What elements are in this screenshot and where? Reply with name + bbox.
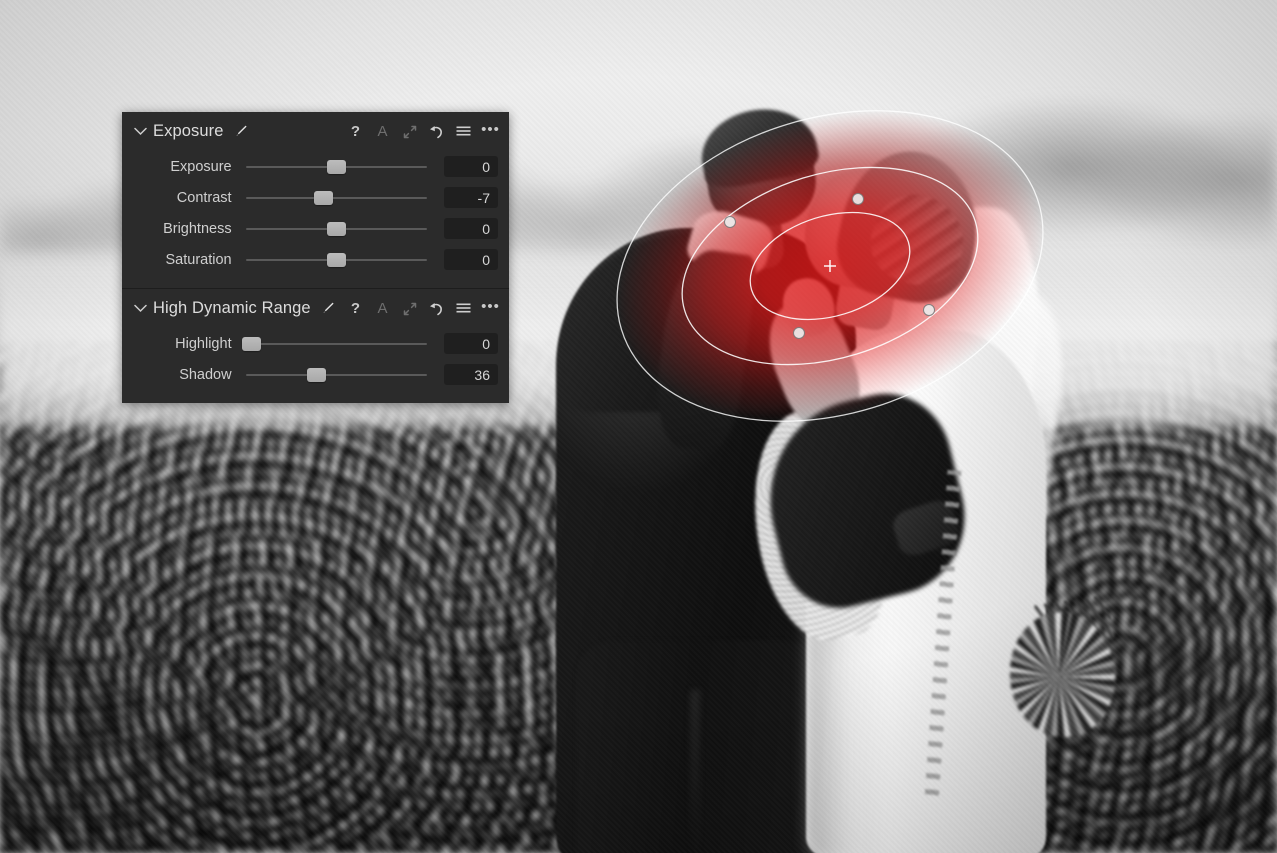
more-options-icon[interactable]: ••• xyxy=(481,121,499,142)
slider-label: Exposure xyxy=(170,158,232,175)
slider-label: Highlight xyxy=(175,335,232,352)
more-options-icon[interactable]: ••• xyxy=(481,298,499,319)
slider-highlight[interactable] xyxy=(241,334,427,354)
help-icon[interactable]: ? xyxy=(348,124,363,140)
slider-row-exposure: Exposure 0 xyxy=(132,151,498,182)
slider-row-contrast: Contrast -7 xyxy=(132,182,498,213)
chevron-down-icon[interactable] xyxy=(132,124,148,140)
expand-icon[interactable] xyxy=(402,124,417,140)
slider-label: Shadow xyxy=(179,366,232,383)
section-title: High Dynamic Range xyxy=(153,299,311,317)
value-shadow[interactable]: 36 xyxy=(443,364,498,385)
slider-track xyxy=(245,196,427,199)
auto-icon[interactable]: A xyxy=(375,301,390,317)
slider-row-shadow: Shadow 36 xyxy=(132,359,498,390)
brush-icon[interactable] xyxy=(232,123,249,140)
section-title: Exposure xyxy=(153,122,224,140)
help-icon[interactable]: ? xyxy=(348,301,363,317)
value-exposure[interactable]: 0 xyxy=(443,156,498,177)
editor-canvas: Exposure ? A ••• Exposure 0 Contrast -7 … xyxy=(0,0,1277,853)
slider-thumb[interactable] xyxy=(313,190,333,205)
chevron-down-icon[interactable] xyxy=(132,301,148,317)
section-header-exposure[interactable]: Exposure ? A ••• xyxy=(122,112,509,151)
value-saturation[interactable]: 0 xyxy=(443,249,498,270)
slider-thumb[interactable] xyxy=(326,252,346,267)
reset-icon[interactable] xyxy=(429,124,444,140)
slider-brightness[interactable] xyxy=(245,219,427,239)
slider-exposure[interactable] xyxy=(245,157,427,177)
slider-track xyxy=(245,373,427,376)
menu-icon[interactable] xyxy=(456,124,471,140)
slider-thumb[interactable] xyxy=(326,159,346,174)
slider-row-brightness: Brightness 0 xyxy=(132,213,498,244)
slider-thumb[interactable] xyxy=(326,221,346,236)
slider-row-saturation: Saturation 0 xyxy=(132,244,498,275)
slider-thumb[interactable] xyxy=(241,336,261,351)
section-tools-high-dynamic-range: ? A ••• xyxy=(348,298,499,319)
slider-shadow[interactable] xyxy=(245,365,427,385)
slider-track xyxy=(245,342,427,345)
rows-exposure: Exposure 0 Contrast -7 Brightness 0 Satu… xyxy=(122,151,509,288)
section-tools-exposure: ? A ••• xyxy=(348,121,499,142)
slider-row-highlight: Highlight 0 xyxy=(132,328,498,359)
expand-icon[interactable] xyxy=(402,301,417,317)
reset-icon[interactable] xyxy=(429,301,444,317)
value-brightness[interactable]: 0 xyxy=(443,218,498,239)
section-exposure: Exposure ? A ••• Exposure 0 Contrast -7 … xyxy=(122,112,509,288)
brush-icon[interactable] xyxy=(319,300,336,317)
slider-label: Brightness xyxy=(163,220,232,237)
value-highlight[interactable]: 0 xyxy=(443,333,498,354)
value-contrast[interactable]: -7 xyxy=(443,187,498,208)
section-high-dynamic-range: High Dynamic Range ? A ••• Highlight 0 S… xyxy=(122,288,509,403)
adjustments-panel: Exposure ? A ••• Exposure 0 Contrast -7 … xyxy=(122,112,509,403)
slider-label: Contrast xyxy=(176,189,232,206)
slider-saturation[interactable] xyxy=(245,250,427,270)
section-header-high-dynamic-range[interactable]: High Dynamic Range ? A ••• xyxy=(122,289,509,328)
slider-contrast[interactable] xyxy=(245,188,427,208)
auto-icon[interactable]: A xyxy=(375,124,390,140)
menu-icon[interactable] xyxy=(456,301,471,317)
slider-thumb[interactable] xyxy=(306,367,326,382)
rows-high-dynamic-range: Highlight 0 Shadow 36 xyxy=(122,328,509,403)
slider-label: Saturation xyxy=(165,251,232,268)
